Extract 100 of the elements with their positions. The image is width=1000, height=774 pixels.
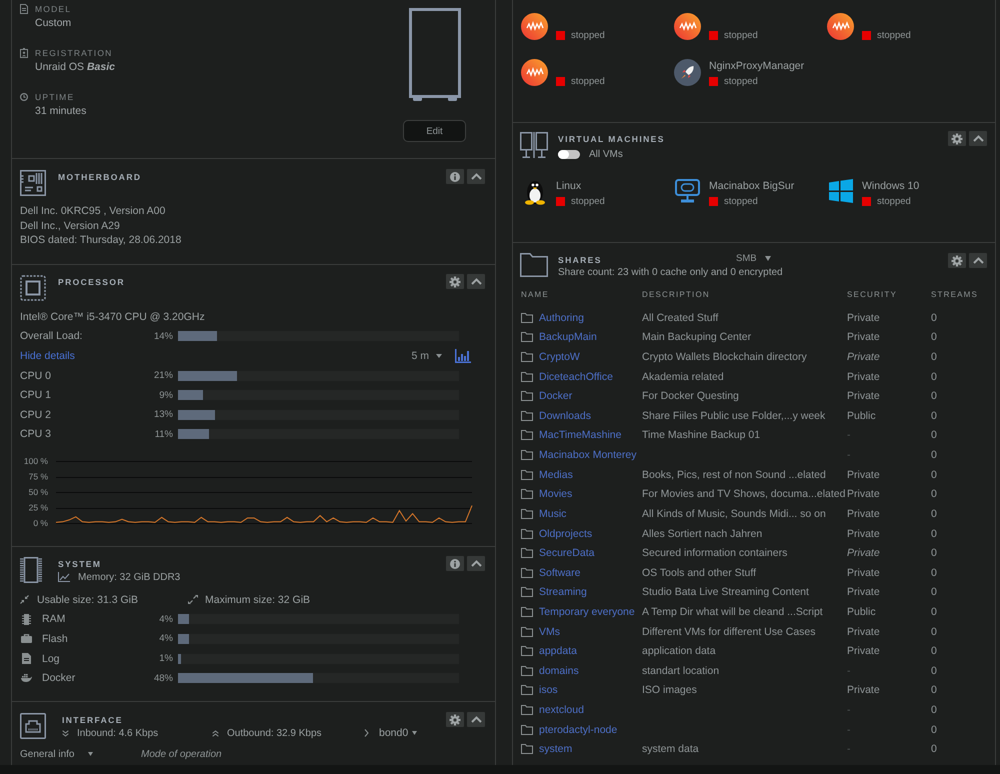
vm-name: Linux <box>556 179 582 194</box>
table-cell: 0 <box>931 586 937 598</box>
maximum-size-text: Maximum size: 32 GiB <box>205 594 310 606</box>
compress-arrows-icon <box>20 595 29 604</box>
share-name-link[interactable]: CryptoW <box>539 351 580 364</box>
share-name-link[interactable]: system <box>539 743 572 756</box>
usage-reading: 4% <box>159 614 173 625</box>
share-name-link[interactable]: Authoring <box>539 312 584 324</box>
chevron-right-icon <box>364 729 369 737</box>
expand-arrows-icon <box>188 595 198 604</box>
info-select[interactable]: General info <box>20 748 94 760</box>
share-name-link[interactable]: Downloads <box>539 410 591 422</box>
field-value: Unraid OS Basic <box>35 61 115 74</box>
share-name-link[interactable]: Software <box>539 566 580 579</box>
usage-label: Docker <box>42 672 76 684</box>
usage-reading: 48% <box>154 672 173 684</box>
folder-icon <box>521 685 533 696</box>
settings-button[interactable] <box>446 712 464 727</box>
column-header: NAME <box>521 290 549 298</box>
collapse-button[interactable] <box>467 274 485 289</box>
share-name-link[interactable]: isos <box>539 684 558 696</box>
table-cell: All Kinds of Music, Sounds Midi... so on <box>642 508 826 520</box>
table-cell: 0 <box>931 468 937 481</box>
protocol-select[interactable]: SMB <box>736 253 771 264</box>
bar-chart-icon[interactable] <box>455 348 471 363</box>
share-name-link[interactable]: VMs <box>539 626 560 638</box>
usage-label: RAM <box>42 613 66 626</box>
line-chart-icon[interactable] <box>58 572 70 582</box>
memory-chip-icon <box>20 557 42 583</box>
zigzag-logo-icon[interactable] <box>674 13 701 40</box>
settings-button[interactable] <box>446 274 464 289</box>
zigzag-logo-icon[interactable] <box>521 59 548 86</box>
rocket-icon[interactable] <box>674 59 701 86</box>
table-cell: Private <box>847 684 880 696</box>
file-icon <box>22 653 31 664</box>
clock-icon <box>20 93 28 101</box>
share-name-link[interactable]: Docker <box>539 390 572 402</box>
folder-icon <box>521 450 533 460</box>
info-button[interactable] <box>446 169 464 184</box>
edit-button[interactable]: Edit <box>403 120 466 142</box>
column-header: SECURITY <box>847 290 898 298</box>
table-cell: Private <box>847 488 880 500</box>
share-name-link[interactable]: BackupMain <box>539 331 597 344</box>
collapse-button[interactable] <box>969 131 987 146</box>
table-cell: 0 <box>931 312 937 324</box>
memory-text: Memory: 32 GiB DDR3 <box>78 572 180 582</box>
collapse-button[interactable] <box>969 253 987 268</box>
range-select[interactable]: 5 m <box>411 350 442 362</box>
share-name-link[interactable]: DiceteachOffice <box>539 370 613 383</box>
table-cell: 0 <box>931 743 937 756</box>
folder-icon <box>521 587 533 598</box>
share-name-link[interactable]: Music <box>539 508 566 520</box>
zigzag-logo-icon[interactable] <box>521 13 548 40</box>
folder-icon <box>521 352 533 362</box>
table-cell: 0 <box>931 626 937 638</box>
table-cell: - <box>847 664 850 677</box>
hide-details-link[interactable]: Hide details <box>20 350 75 362</box>
chevron-up-icon <box>470 173 482 180</box>
usage-label: Flash <box>42 632 68 645</box>
double-chevron-down-icon <box>62 730 69 736</box>
document-icon <box>20 4 28 14</box>
share-name-link[interactable]: Oldprojects <box>539 528 592 540</box>
table-cell: Private <box>847 331 880 344</box>
vm-name: Macinabox BigSur <box>709 179 794 194</box>
settings-button[interactable] <box>948 131 966 146</box>
table-cell: Private <box>847 626 880 638</box>
share-name-link[interactable]: Macinabox Monterey <box>539 449 636 462</box>
collapse-button[interactable] <box>467 556 485 571</box>
collapse-button[interactable] <box>467 169 485 184</box>
info-button[interactable] <box>446 556 464 571</box>
monitor-icon[interactable] <box>675 179 700 203</box>
network-port-icon <box>20 713 46 739</box>
table-cell: 0 <box>931 410 937 422</box>
share-name-link[interactable]: appdata <box>539 645 577 658</box>
toggle-switch[interactable] <box>558 150 580 158</box>
share-name-link[interactable]: domains <box>539 664 579 677</box>
zigzag-logo-icon[interactable] <box>827 13 854 40</box>
share-name-link[interactable]: pterodactyl-node <box>539 724 618 736</box>
chevron-up-icon <box>972 135 984 142</box>
share-name-link[interactable]: MacTimeMashine <box>539 429 622 442</box>
settings-button[interactable] <box>948 253 966 268</box>
table-cell: Time Mashine Backup 01 <box>642 429 760 442</box>
penguin-icon[interactable] <box>524 179 546 205</box>
vm-name: Windows 10 <box>862 179 920 194</box>
share-name-link[interactable]: SecureData <box>539 547 594 560</box>
share-name-link[interactable]: Streaming <box>539 586 587 598</box>
folder-icon <box>521 470 533 480</box>
share-name-link[interactable]: Movies <box>539 488 572 500</box>
table-cell: - <box>847 704 850 716</box>
axis-tick-label: 75 % <box>28 472 48 482</box>
share-name-link[interactable]: nextcloud <box>539 704 584 716</box>
table-cell: A Temp Dir what will be cleand ...Script <box>642 606 823 618</box>
collapse-button[interactable] <box>467 712 485 727</box>
port-select[interactable]: bond0 <box>379 727 418 739</box>
usage-reading: 1% <box>159 653 173 664</box>
share-name-link[interactable]: Medias <box>539 468 573 481</box>
container-name: NginxProxyManager <box>709 59 804 74</box>
window-panes-icon[interactable] <box>828 179 852 203</box>
share-name-link[interactable]: Temporary everyone <box>539 606 635 618</box>
load-reading: 14% <box>154 330 173 342</box>
